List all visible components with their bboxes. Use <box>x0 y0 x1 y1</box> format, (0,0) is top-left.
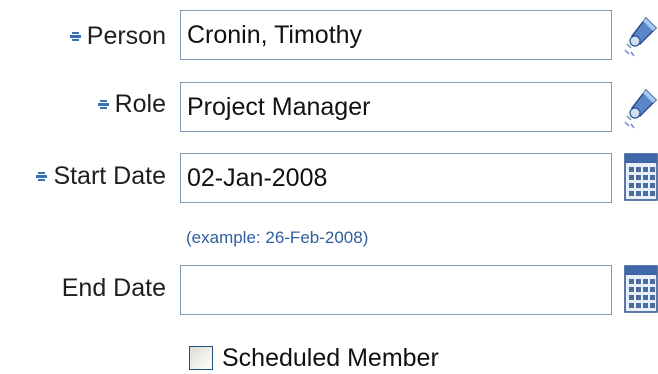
required-marker-icon <box>69 31 81 42</box>
end-date-calendar-icon[interactable] <box>624 264 658 319</box>
start-date-example-hint: (example: 26-Feb-2008) <box>186 228 369 247</box>
role-label: Role <box>97 89 166 119</box>
person-label: Person <box>69 21 166 51</box>
end-date-label: End Date <box>61 274 166 302</box>
required-marker-icon <box>97 99 109 110</box>
role-input[interactable]: Project Manager <box>180 82 612 132</box>
start-date-label: Start Date <box>36 161 166 191</box>
start-date-calendar-icon[interactable] <box>624 152 658 207</box>
required-marker-icon <box>36 171 48 182</box>
scheduled-member-label[interactable]: Scheduled Member <box>222 344 439 373</box>
person-search-icon[interactable] <box>624 14 658 63</box>
end-date-input[interactable] <box>180 265 612 315</box>
role-search-icon[interactable] <box>624 86 658 135</box>
start-date-input[interactable]: 02-Jan-2008 <box>180 153 612 203</box>
scheduled-member-checkbox[interactable] <box>189 346 213 370</box>
person-input[interactable]: Cronin, Timothy <box>180 10 612 60</box>
